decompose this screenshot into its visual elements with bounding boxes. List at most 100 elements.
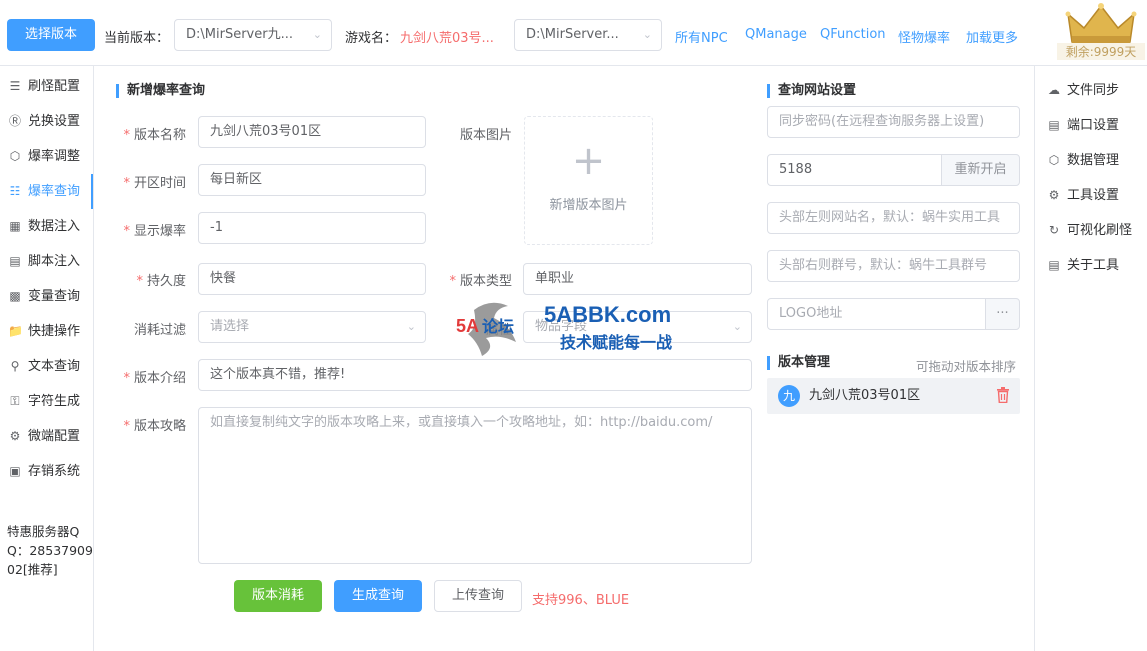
game-name-label: 游戏名： [345, 31, 398, 46]
sidebar-item-label: 文本查询 [28, 359, 81, 374]
second-path-select[interactable]: D:\MirServer... ⌄ [514, 19, 662, 51]
version-list-item[interactable]: 九 九剑八荒03号01区 [767, 378, 1020, 414]
cloud-icon: ☁ [1048, 83, 1060, 97]
current-version-select[interactable]: D:\MirServer九... ⌄ [174, 19, 332, 51]
intro-label: * 版本介绍 [123, 371, 186, 386]
port-input[interactable]: 5188 [767, 154, 943, 186]
sidebar-item-rate-adjust[interactable]: ⬡ 爆率调整 [0, 139, 93, 174]
folder-icon: 📁 [8, 324, 23, 338]
version-consume-button[interactable]: 版本消耗 [234, 580, 322, 612]
right-group-input[interactable]: 头部右则群号，默认：蜗牛工具群号 [767, 250, 1020, 282]
link-monster-rate[interactable]: 怪物爆率 [898, 27, 950, 46]
support-text: 支持996、BLUE [532, 593, 630, 608]
sidebar-item-label: 微端配置 [28, 429, 81, 444]
consume-filter-select[interactable]: 请选择 ⌄ [198, 311, 426, 343]
sidebar-item-label: 兑换设置 [28, 114, 81, 129]
plus-icon: + [571, 138, 606, 184]
right-item-file-sync[interactable]: ☁ 文件同步 [1047, 79, 1119, 98]
sidebar-item-data-inject[interactable]: ▦ 数据注入 [0, 209, 93, 244]
version-image-label: 版本图片 [459, 128, 512, 143]
link-load-more[interactable]: 加载更多 [966, 27, 1018, 46]
sidebar-item-script-inject[interactable]: ▤ 脚本注入 [0, 244, 93, 279]
restart-button[interactable]: 重新开启 [941, 154, 1020, 186]
sidebar-item-label: 爆率查询 [28, 184, 81, 199]
intro-input[interactable]: 这个版本真不错，推荐! [198, 359, 752, 391]
sidebar-item-label: 存销系统 [28, 464, 81, 479]
chevron-down-icon: ⌄ [642, 28, 652, 41]
trash-icon[interactable] [996, 387, 1010, 403]
chevron-down-icon: ⌄ [406, 320, 416, 333]
right-item-tool-settings[interactable]: ⚙ 工具设置 [1047, 184, 1119, 203]
right-item-port-settings[interactable]: ▤ 端口设置 [1047, 114, 1119, 133]
right-sidebar: ☁ 文件同步 ▤ 端口设置 ⬡ 数据管理 ⚙ 工具设置 ↻ 可视化刷怪 ▤ 关于工具 [1034, 66, 1147, 651]
right-item-data-mgmt[interactable]: ⬡ 数据管理 [1047, 149, 1119, 168]
avatar: 九 [778, 385, 800, 407]
sidebar-item-micro-config[interactable]: ⚙ 微端配置 [0, 419, 93, 454]
generate-query-button[interactable]: 生成查询 [334, 580, 422, 612]
consume-filter-placeholder: 请选择 [210, 319, 250, 334]
refresh-icon: ↻ [1048, 223, 1060, 237]
box-icon: ⬡ [1048, 153, 1060, 167]
sidebar-item-monster-config[interactable]: ☰ 刷怪配置 [0, 69, 93, 104]
chevron-down-icon: ⌄ [732, 320, 742, 333]
watermark-slogan: 技术赋能每一战 [560, 333, 672, 352]
version-mgmt-hint: 可拖动对版本排序 [916, 359, 1017, 374]
sidebar-item-label: 变量查询 [28, 289, 81, 304]
sidebar-item-rate-query[interactable]: ☷ 爆率查询 [0, 174, 93, 209]
link-all-npc[interactable]: 所有NPC [675, 27, 728, 46]
open-time-input[interactable]: 每日新区 [198, 164, 426, 196]
logo-url-input[interactable]: LOGO地址 [767, 298, 987, 330]
durability-input[interactable]: 快餐 [198, 263, 426, 295]
top-bar: 选择版本 当前版本： D:\MirServer九... ⌄ 游戏名： 九剑八荒0… [0, 0, 1147, 66]
display-rate-input[interactable]: -1 [198, 212, 426, 244]
right-item-about[interactable]: ▤ 关于工具 [1047, 254, 1119, 273]
open-time-label: * 开区时间 [123, 176, 186, 191]
right-item-label: 数据管理 [1067, 153, 1120, 168]
right-item-label: 可视化刷怪 [1067, 223, 1133, 238]
version-item-name: 九剑八荒03号01区 [809, 388, 921, 403]
watermark-forum: 5A [456, 316, 479, 336]
grid-icon: ▦ [9, 219, 21, 233]
left-site-name-input[interactable]: 头部左则网站名，默认：蜗牛实用工具 [767, 202, 1020, 234]
current-version-value: D:\MirServer九... [186, 27, 293, 42]
link-qmanage[interactable]: QManage [745, 27, 807, 42]
left-sidebar: ☰ 刷怪配置 Ⓡ 兑换设置 ⬡ 爆率调整 ☷ 爆率查询 ▦ 数据注入 ▤ 脚本注入 ▩ 变量查… [0, 66, 94, 651]
chart-icon: ▩ [9, 289, 21, 303]
shop-icon: ▣ [9, 464, 21, 478]
tool-icon: ⚙ [9, 429, 21, 443]
box-icon: ⬡ [9, 149, 21, 163]
upload-text: 新增版本图片 [549, 198, 628, 213]
version-name-input[interactable]: 九剑八荒03号01区 [198, 116, 426, 148]
right-item-label: 文件同步 [1067, 83, 1120, 98]
sidebar-item-label: 脚本注入 [28, 254, 81, 269]
sidebar-item-label: 快捷操作 [28, 324, 81, 339]
select-version-button[interactable]: 选择版本 [7, 19, 95, 51]
promo-text: 特惠服务器QQ：2853790902[推荐] [7, 524, 93, 577]
chevron-down-icon: ⌄ [312, 28, 322, 41]
search-icon: ⚲ [10, 359, 20, 373]
sync-password-input[interactable]: 同步密码(在远程查询服务器上设置) [767, 106, 1020, 138]
link-qfunction[interactable]: QFunction [820, 27, 886, 42]
version-mgmt-title: 版本管理 [767, 356, 830, 370]
bank-icon: ▤ [1048, 118, 1060, 132]
sidebar-item-var-query[interactable]: ▩ 变量查询 [0, 279, 93, 314]
sidebar-item-label: 刷怪配置 [28, 79, 81, 94]
right-item-label: 工具设置 [1067, 188, 1120, 203]
image-upload[interactable]: + 新增版本图片 [524, 116, 653, 245]
sidebar-item-char-gen[interactable]: ⚿ 字符生成 [0, 384, 93, 419]
logo-browse-button[interactable]: ··· [985, 298, 1020, 330]
right-item-visual-refresh[interactable]: ↻ 可视化刷怪 [1047, 219, 1132, 238]
upload-query-button[interactable]: 上传查询 [434, 580, 522, 612]
sidebar-item-exchange[interactable]: Ⓡ 兑换设置 [0, 104, 93, 139]
document-icon: ▤ [1048, 258, 1060, 272]
right-item-label: 关于工具 [1067, 258, 1120, 273]
guide-textarea[interactable]: 如直接复制纯文字的版本攻略上来，或直接填入一个攻略地址，如：http://bai… [198, 407, 752, 564]
refresh-icon: ☰ [9, 79, 21, 93]
version-type-input[interactable]: 单职业 [523, 263, 752, 295]
sidebar-item-quick-ops[interactable]: 📁 快捷操作 [0, 314, 93, 349]
version-type-label: * 版本类型 [449, 274, 512, 289]
right-item-label: 端口设置 [1067, 118, 1120, 133]
sidebar-item-text-query[interactable]: ⚲ 文本查询 [0, 349, 93, 384]
sidebar-item-store-sales[interactable]: ▣ 存销系统 [0, 454, 93, 489]
sidebar-item-label: 爆率调整 [28, 149, 81, 164]
